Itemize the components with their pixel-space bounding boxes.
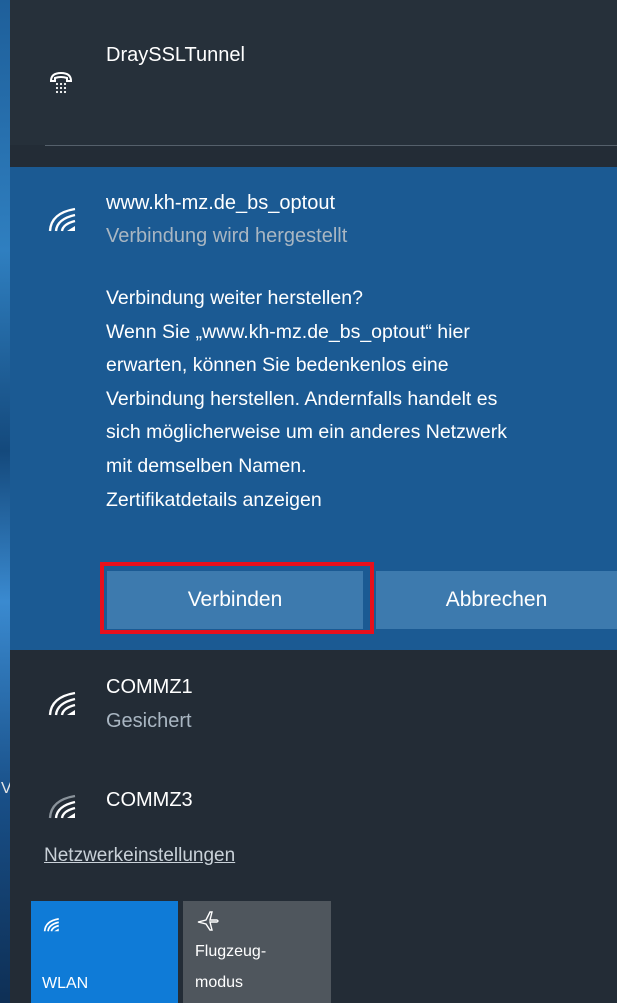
airplane-tile-label-line1: Flugzeug- bbox=[195, 943, 267, 960]
message-line: erwarten, können Sie bedenkenlos eine bbox=[106, 354, 449, 377]
airplane-tile-label-line2: modus bbox=[195, 974, 244, 991]
desktop-background bbox=[0, 0, 10, 1003]
network-item-vpn[interactable]: DraySSLTunnel bbox=[10, 0, 617, 145]
cancel-button[interactable]: Abbrechen bbox=[376, 571, 617, 629]
message-line: Wenn Sie „www.kh-mz.de_bs_optout“ hier bbox=[106, 320, 470, 343]
connection-warning-message: Verbindung weiter herstellen? Wenn Sie „… bbox=[106, 282, 611, 517]
vpn-name: DraySSLTunnel bbox=[106, 44, 245, 66]
wifi-signal-icon bbox=[48, 207, 76, 232]
network-item-active-expanded: www.kh-mz.de_bs_optout Verbindung wird h… bbox=[10, 167, 617, 650]
active-network-status: Verbindung wird hergestellt bbox=[106, 225, 348, 247]
wlan-toggle-tile[interactable]: WLAN bbox=[31, 901, 178, 1003]
airplane-mode-tile[interactable]: Flugzeug- modus bbox=[183, 901, 331, 1003]
network-status: Gesichert bbox=[106, 710, 192, 732]
wlan-tile-label: WLAN bbox=[42, 975, 89, 992]
network-item-commz3[interactable]: COMMZ3 bbox=[10, 770, 617, 825]
message-line: sich möglicherweise um ein anderes Netzw… bbox=[106, 421, 507, 444]
message-line: mit demselben Namen. bbox=[106, 454, 307, 477]
wifi-icon bbox=[43, 918, 59, 932]
vpn-phone-icon bbox=[49, 71, 73, 94]
divider bbox=[45, 145, 617, 146]
wifi-signal-icon bbox=[48, 691, 76, 716]
active-network-name: www.kh-mz.de_bs_optout bbox=[106, 192, 336, 214]
network-name: COMMZ3 bbox=[106, 789, 193, 811]
network-flyout: DraySSLTunnel www.kh-mz.de_bs_optout Ver… bbox=[10, 0, 617, 1003]
connect-button[interactable]: Verbinden bbox=[107, 571, 363, 629]
wifi-signal-weak-icon bbox=[48, 794, 76, 819]
network-name: COMMZ1 bbox=[106, 676, 193, 698]
network-item-commz1[interactable]: COMMZ1 Gesichert bbox=[10, 662, 617, 747]
message-line: Verbindung herstellen. Andernfalls hande… bbox=[106, 387, 498, 410]
airplane-icon bbox=[197, 911, 219, 931]
certificate-details-link[interactable]: Zertifikatdetails anzeigen bbox=[106, 484, 611, 518]
message-line: Verbindung weiter herstellen? bbox=[106, 287, 363, 309]
network-settings-link[interactable]: Netzwerkeinstellungen bbox=[44, 845, 235, 867]
